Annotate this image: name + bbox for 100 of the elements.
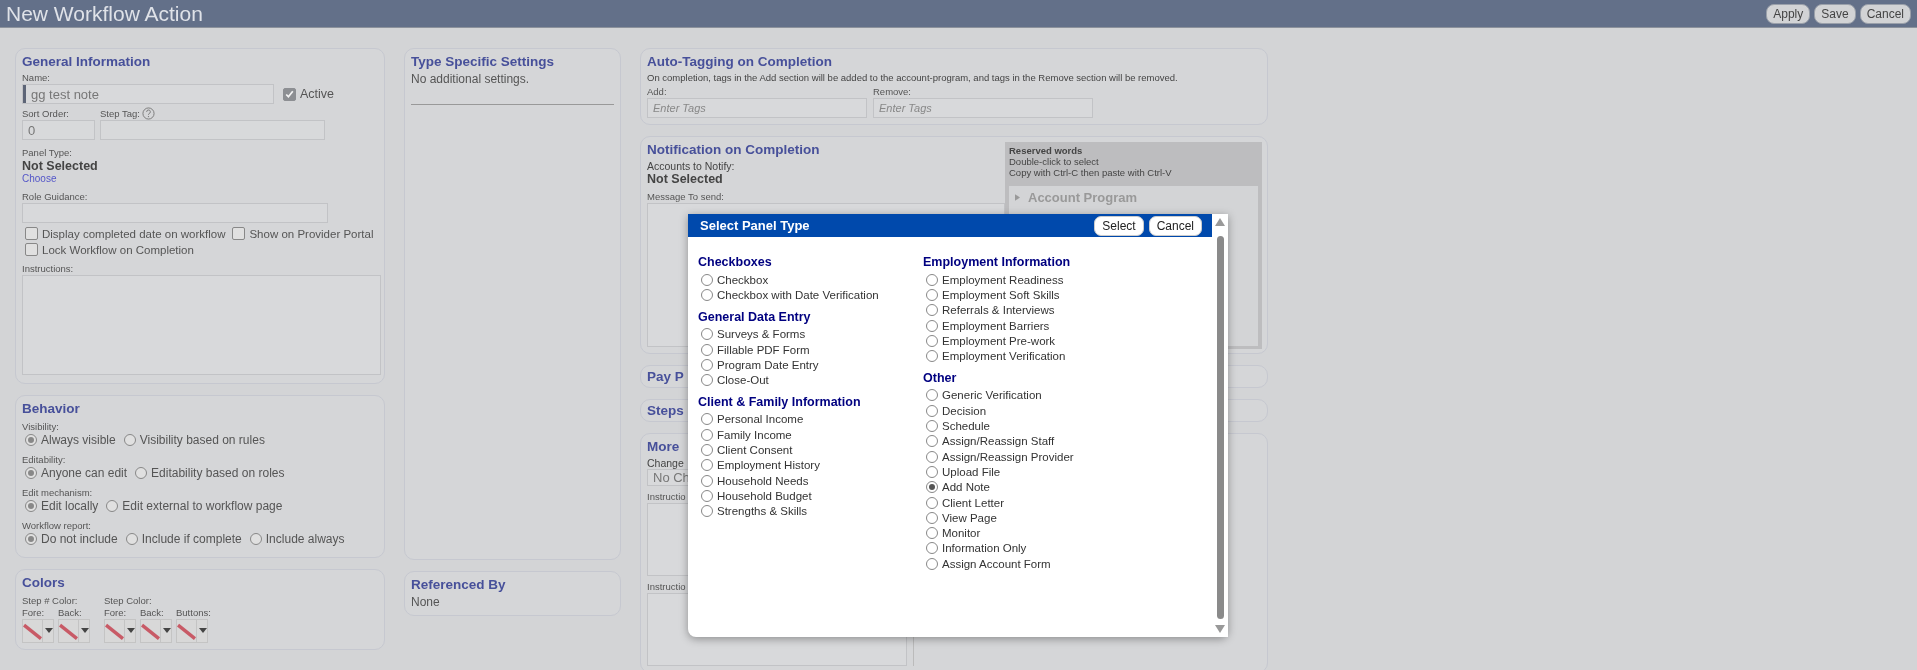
- field-label: Workflow report:: [22, 520, 91, 531]
- field-label: Back:: [140, 607, 165, 619]
- radio-option[interactable]: Checkbox with Date Verification: [701, 287, 879, 303]
- radio-option[interactable]: Editability based on roles: [135, 466, 285, 480]
- color-picker[interactable]: [140, 619, 172, 643]
- radio-option[interactable]: Employment Barriers: [926, 317, 1050, 334]
- caret-icon: [127, 628, 135, 634]
- referenced-by-text: None: [411, 595, 440, 609]
- radio-option[interactable]: Client Letter: [926, 494, 1004, 511]
- field-label: Remove:: [873, 86, 911, 98]
- radio-option[interactable]: Always visible: [25, 433, 116, 447]
- radio-option[interactable]: Program Date Entry: [701, 357, 819, 373]
- field-label: Add:: [647, 86, 667, 98]
- field-label: Step Color:: [104, 595, 152, 606]
- radio-option[interactable]: Visibility based on rules: [123, 433, 265, 447]
- radio-option[interactable]: Personal Income: [701, 411, 804, 428]
- color-picker[interactable]: [176, 619, 208, 643]
- radio-option[interactable]: Employment Pre-work: [926, 333, 1056, 349]
- radio-option[interactable]: Assign/Reassign Provider: [926, 448, 1074, 465]
- no-color-icon: [141, 620, 161, 642]
- radio-option[interactable]: Assign/Reassign Staff: [926, 433, 1055, 449]
- radio-option[interactable]: Decision: [926, 403, 987, 419]
- panel-heading: Colors: [22, 575, 65, 590]
- radio-option[interactable]: Add Note: [926, 479, 990, 495]
- no-color-icon: [105, 620, 125, 642]
- field-label: Visibility:: [22, 421, 59, 432]
- field-label: Buttons:: [176, 607, 211, 619]
- caret-icon: [45, 628, 53, 634]
- expand-icon[interactable]: [1015, 194, 1020, 201]
- color-picker[interactable]: [104, 619, 136, 643]
- radio-option[interactable]: Client Consent: [701, 442, 793, 458]
- scrollbar[interactable]: [1212, 214, 1228, 637]
- radio-option[interactable]: Include always: [249, 532, 345, 546]
- field-label: Fore:: [22, 607, 46, 619]
- radio-option[interactable]: Information Only: [926, 540, 1027, 557]
- settings-text: No additional settings.: [411, 72, 530, 86]
- radio-option[interactable]: Close-Out: [701, 372, 769, 388]
- color-picker[interactable]: [58, 619, 90, 643]
- radio-option[interactable]: Upload File: [926, 464, 1001, 480]
- accounts-value: Not Selected: [647, 172, 723, 186]
- radio-option[interactable]: Checkbox: [701, 272, 769, 288]
- group-heading: General Data Entry: [698, 309, 811, 324]
- choose-link[interactable]: Choose: [22, 173, 57, 184]
- toolbar-button[interactable]: Save: [1814, 3, 1856, 24]
- field-label: Name:: [22, 72, 50, 84]
- radio-option[interactable]: Schedule: [926, 418, 990, 434]
- radio-option[interactable]: Referrals & Interviews: [926, 302, 1055, 318]
- scroll-up-icon[interactable]: [1215, 218, 1225, 226]
- panel-heading: Behavior: [22, 401, 80, 416]
- option-checkbox[interactable]: Lock Workflow on Completion: [25, 243, 194, 256]
- radio-option[interactable]: Fillable PDF Form: [701, 341, 810, 358]
- radio-option[interactable]: Employment Readiness: [926, 272, 1064, 288]
- dialog-button[interactable]: Select: [1094, 215, 1144, 236]
- panel-heading: More: [647, 439, 680, 454]
- toolbar-button[interactable]: Cancel: [1859, 3, 1911, 24]
- radio-option[interactable]: Include if complete: [125, 532, 242, 546]
- dialog-button[interactable]: Cancel: [1148, 215, 1202, 236]
- check-icon: [284, 88, 295, 100]
- radio-option[interactable]: Assign Account Form: [926, 556, 1051, 572]
- toolbar-button[interactable]: Apply: [1766, 3, 1811, 24]
- option-checkbox[interactable]: Show on Provider Portal: [232, 227, 374, 240]
- field-label: Instructions:: [22, 263, 74, 275]
- radio-option[interactable]: Surveys & Forms: [701, 326, 806, 342]
- tags-field[interactable]: Enter Tags: [647, 98, 867, 118]
- radio-option[interactable]: Employment Soft Skills: [926, 287, 1060, 303]
- group-heading: Employment Information: [923, 255, 1071, 269]
- radio-option[interactable]: Anyone can edit: [25, 466, 128, 480]
- field-label: Editability:: [22, 454, 66, 465]
- field-label: Change: [647, 457, 684, 469]
- caret-icon: [163, 628, 171, 634]
- radio-option[interactable]: Generic Verification: [926, 387, 1042, 404]
- panel-type-value: Not Selected: [22, 159, 98, 173]
- no-color-icon: [177, 620, 197, 642]
- field-label: Back:: [58, 607, 83, 619]
- radio-option[interactable]: Monitor: [926, 525, 981, 541]
- help-icon[interactable]: [141, 107, 155, 120]
- active-checkbox[interactable]: Active: [283, 87, 335, 101]
- field-label: Fore:: [104, 607, 128, 619]
- field-label: Role Guidance:: [22, 191, 88, 203]
- panel-heading: Notification on Completion: [647, 142, 820, 157]
- field-label: Instructio: [647, 491, 686, 503]
- tags-field[interactable]: Enter Tags: [873, 98, 1093, 118]
- radio-option[interactable]: Employment Verification: [926, 348, 1066, 364]
- panel-heading: Type Specific Settings: [411, 54, 555, 69]
- radio-option[interactable]: Household Budget: [701, 488, 812, 504]
- scroll-down-icon[interactable]: [1215, 625, 1225, 633]
- radio-option[interactable]: View Page: [926, 510, 997, 526]
- radio-option[interactable]: Do not include: [25, 532, 118, 546]
- dialog-title: Select Panel Type: [700, 218, 810, 233]
- radio-option[interactable]: Strengths & Skills: [701, 503, 808, 519]
- radio-option[interactable]: Edit external to workflow page: [106, 499, 283, 513]
- color-picker[interactable]: [22, 619, 54, 643]
- step-tag-field[interactable]: [100, 120, 325, 140]
- field-label: Step # Color:: [22, 595, 78, 606]
- hint-text: Double-click to select: [1009, 156, 1099, 167]
- option-checkbox[interactable]: Display completed date on workflow: [25, 227, 226, 240]
- radio-option[interactable]: Household Needs: [701, 472, 809, 489]
- radio-option[interactable]: Family Income: [701, 427, 792, 443]
- radio-option[interactable]: Employment History: [701, 457, 820, 473]
- radio-option[interactable]: Edit locally: [25, 499, 99, 513]
